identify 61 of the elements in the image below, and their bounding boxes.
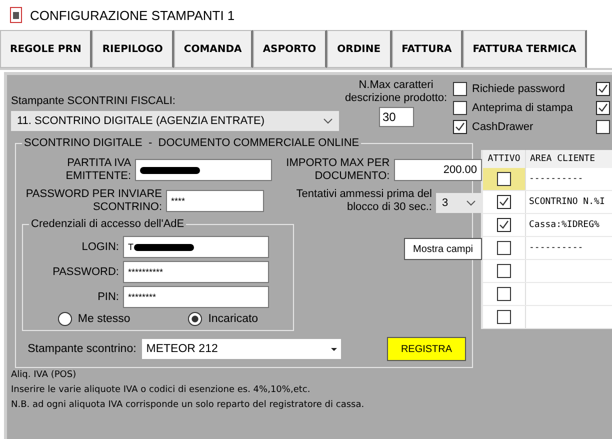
field-label: PIN: — [96, 290, 119, 304]
tab[interactable]: FATTURA — [392, 30, 463, 68]
field-label: N.Max caratteri descrizione prodotto: — [344, 79, 448, 105]
input-field[interactable] — [135, 159, 272, 181]
checkbox[interactable] — [497, 287, 511, 301]
field-label: Tentativi ammessi prima del blocco di 30 sec.: — [295, 188, 432, 214]
checkbox[interactable] — [596, 82, 610, 96]
group-title: Credenziali di accesso dell'AdE — [29, 218, 186, 230]
checkbox[interactable] — [497, 172, 511, 186]
tab[interactable]: RIEPILOGO — [92, 30, 174, 68]
checkbox[interactable] — [596, 100, 610, 114]
redaction-mark — [140, 166, 200, 174]
tab[interactable]: COMANDA — [174, 30, 253, 68]
note-text: Inserire le varie aliquote IVA o codici di esenzione es. 4%,10%,etc. — [11, 384, 312, 397]
dropdown-arrow-icon — [330, 348, 337, 350]
input-field[interactable]: ******** — [123, 286, 269, 308]
input-field[interactable]: T — [123, 236, 269, 258]
field-label: PASSWORD: — [52, 266, 119, 278]
checkbox[interactable] — [497, 264, 511, 278]
table-cell-text: Cassa:%IDREG% — [528, 220, 600, 230]
field-label: IMPORTO MAX PER DOCUMENTO: — [285, 157, 390, 183]
number-field[interactable]: 30 — [378, 107, 414, 127]
field-label: PARTITA IVA EMITTENTE: — [64, 157, 132, 183]
column-header: AREA CLIENTE — [529, 154, 596, 164]
tab[interactable]: ORDINE — [327, 30, 392, 68]
note-text: N.B. ad ogni aliquota IVA corrisponde un solo reparto del registratore di cassa. — [11, 399, 366, 412]
chevron-down-icon — [323, 118, 333, 124]
checkbox[interactable] — [497, 218, 511, 232]
receipt-printer-dropdown[interactable]: METEOR 212 — [142, 339, 341, 359]
table-cell-text: ---------- — [528, 174, 584, 184]
checkbox[interactable] — [497, 195, 511, 209]
window-title: CONFIGURAZIONE STAMPANTI 1 — [30, 8, 235, 22]
checkbox[interactable] — [497, 310, 511, 324]
radio-button[interactable]: Incaricato — [188, 312, 258, 326]
radio-button[interactable]: Me stesso — [58, 312, 130, 326]
tab[interactable]: ASPORTO — [252, 30, 328, 68]
input-field[interactable]: 200.00 — [394, 159, 482, 181]
tab[interactable]: FATTURA TERMICA — [462, 30, 588, 68]
option-checkbox[interactable]: CashDrawer — [453, 117, 573, 136]
app-icon — [10, 7, 22, 23]
table-cell-text: SCONTRINO N.%I — [528, 197, 605, 207]
field-label: Stampante SCONTRINI FISCALI: — [11, 95, 176, 107]
printer-dropdown[interactable]: 11. SCONTRINO DIGITALE (AGENZIA ENTRATE) — [11, 111, 339, 131]
show-fields-button[interactable]: Mostra campi — [404, 238, 482, 260]
redaction-mark — [134, 244, 194, 250]
option-checkbox[interactable]: Richiede password — [453, 79, 573, 98]
note-text: Aliq. IVA (POS) — [11, 369, 78, 382]
register-button[interactable]: REGISTRA — [387, 337, 466, 361]
tab[interactable]: REGOLE PRN — [0, 30, 92, 68]
chevron-down-icon — [466, 200, 476, 206]
input-field[interactable]: ********** — [123, 261, 269, 283]
attempts-dropdown[interactable]: 3 — [436, 193, 482, 213]
group-title: SCONTRINO DIGITALE - DOCUMENTO COMMERCIALE ONLINE — [22, 137, 362, 149]
option-checkbox[interactable]: Anteprima di stampa — [453, 98, 573, 117]
checkbox[interactable] — [596, 120, 610, 134]
checkbox[interactable] — [497, 241, 511, 255]
input-field[interactable]: **** — [166, 190, 264, 212]
field-label: PASSWORD PER INVIARE SCONTRINO: — [24, 188, 162, 214]
field-label: LOGIN: — [80, 240, 119, 254]
field-label: Stampante scontrino: — [26, 342, 136, 356]
table-cell-text: ---------- — [528, 243, 584, 253]
